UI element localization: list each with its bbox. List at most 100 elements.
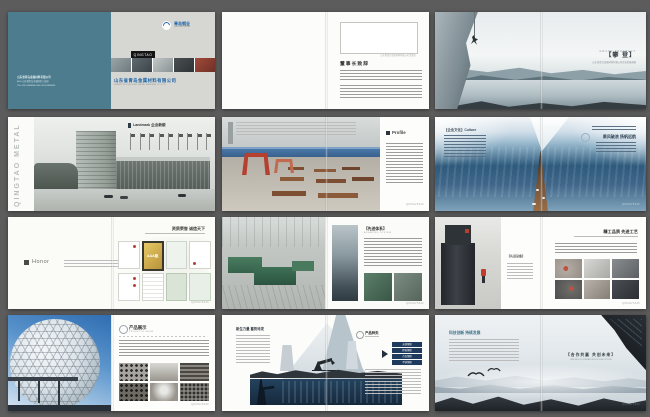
arrow-icon — [382, 350, 388, 358]
paragraph-lines — [555, 243, 637, 255]
photo-thumb — [119, 363, 148, 381]
tower-windows — [76, 131, 116, 189]
page-fold — [325, 117, 328, 211]
floor-streaks — [222, 285, 325, 309]
cover-photo-strip — [111, 58, 215, 72]
dotted-rule — [119, 336, 207, 337]
circle-ornament-icon — [581, 133, 590, 142]
vision-center-block: 【合作共赢 共创未来】 WIN-WIN COOPERATION FOR THE … — [545, 353, 637, 361]
photo-caption: 山东省青岛金属材料有限公司 董事长 — [352, 55, 416, 58]
type-label: 焊接钢管 — [392, 348, 422, 353]
certificate-aaa: AAA级 — [142, 241, 164, 271]
machine-columns — [441, 243, 475, 305]
cover-teal-panel — [8, 12, 111, 109]
vision-left-heading: 科技创新 持续发展 — [449, 331, 480, 336]
equipment-heading: 【先进设备】 — [507, 255, 525, 259]
photo-thumb — [612, 259, 639, 278]
certificate-grid: AAA级 — [118, 241, 211, 301]
profile-heading: Profile — [392, 130, 406, 136]
ceiling-beams — [222, 217, 325, 247]
vision-slogan-en: WIN-WIN COOPERATION FOR THE FUTURE — [545, 359, 637, 362]
type-label: 合金钢管 — [392, 354, 422, 359]
photo-grid — [555, 259, 639, 299]
type-label: 不锈钢管 — [392, 360, 422, 365]
list-lines — [365, 369, 421, 395]
brandmark: QINGTAO — [622, 202, 640, 206]
list-lines — [236, 335, 270, 365]
company-logo-icon — [162, 21, 171, 30]
sail — [519, 117, 569, 151]
vision-slogan: 【合作共赢 共创未来】 — [545, 353, 637, 358]
machine-head — [445, 225, 471, 245]
car — [120, 196, 128, 199]
profile-header: Profile — [386, 130, 406, 136]
photo-thumb — [555, 259, 582, 278]
title-block: GRAND PROSPECT 【攀 登】 山东省青岛金属材料有限公司企业形象画册 — [536, 50, 636, 64]
cover-contact-line: ADD:山东省青岛市城阳区工业园 — [17, 81, 48, 84]
steel-plate — [316, 179, 346, 183]
brochure-showcase: 山东省青岛金属材料有限公司 ADD:山东省青岛市城阳区工业园 TEL:0532-… — [0, 0, 650, 417]
spread-honor: Honor 资质荣誉 诚信天下 AAA级 QINGTAO — [8, 217, 215, 309]
brandmark: QINGTAO — [406, 301, 424, 305]
cover-badge-label: QINGTAO — [134, 53, 153, 57]
aaa-label: AAA级 — [147, 254, 158, 258]
page-fold — [111, 217, 114, 309]
vertical-brand-text: QINGTAO METAL — [14, 121, 23, 207]
walkway-leg — [38, 381, 40, 403]
honor-header: Honor — [24, 259, 49, 266]
ground-band — [8, 405, 111, 411]
office-glass-grid — [116, 161, 210, 189]
bird-icon — [467, 370, 485, 378]
page-fold — [540, 117, 543, 211]
page-fold — [325, 315, 328, 411]
paragraph-lines — [596, 142, 636, 154]
logo-subtext: QINGTAO METAL — [174, 26, 190, 29]
bird-icon — [487, 366, 501, 373]
green-machine — [254, 267, 296, 285]
red-seal-icon — [193, 262, 196, 265]
flag-row — [128, 133, 210, 150]
photo-thumb — [111, 58, 131, 72]
photo-placeholder — [340, 22, 418, 54]
certificate-thumb — [166, 241, 188, 269]
paragraph-lines — [236, 122, 356, 137]
slogan-title: 乘风破浪 扬帆远航 — [566, 134, 636, 139]
steel-plate — [342, 167, 360, 170]
page-fold — [325, 217, 328, 309]
road — [34, 189, 215, 211]
photo-thumb — [150, 383, 179, 401]
cover-contact-line: TEL:0532-8888888 FAX:0532-8888889 — [17, 85, 55, 88]
photo-thumb — [180, 383, 209, 401]
flag-icon — [195, 133, 201, 150]
climber-silhouette-icon — [469, 35, 480, 46]
page-fold — [540, 12, 543, 109]
trees — [34, 163, 78, 189]
cover-contact-line: 山东省青岛金属材料有限公司 — [17, 76, 51, 79]
brandmark: QINGTAO — [622, 301, 640, 305]
quality-heading: 精工品质 先进工艺 — [548, 229, 638, 234]
paragraph-lines — [340, 70, 422, 82]
product-photo-grid — [119, 363, 209, 401]
photo-thumb — [195, 58, 215, 72]
circle-ornament-icon — [119, 325, 128, 334]
spread-equipment: 【先进设备】 精工品质 先进工艺 QINGTAO — [435, 217, 646, 309]
certificate-thumb — [118, 273, 140, 301]
spread-workshop: 【先进体系】 ADVANCED SYSTEM QINGTAO — [222, 217, 429, 309]
red-seal-icon — [133, 284, 136, 287]
caption-marker-icon — [128, 123, 131, 128]
flag-icon — [166, 133, 172, 150]
photo-thumb — [584, 280, 611, 299]
steel-plate — [272, 191, 306, 196]
photo-thumb — [394, 273, 422, 301]
spread-building: Landmark 企业新貌 QINGTAO METAL — [8, 117, 215, 211]
products-heading: 产品展示 — [129, 325, 147, 331]
walkway-leg — [58, 381, 60, 405]
flag-icon — [128, 133, 134, 150]
flag-icon — [185, 133, 191, 150]
flag-icon — [204, 133, 210, 150]
montage-left-heading: 新生力量 蓄势待发 — [236, 327, 264, 331]
spread-cover: 山东省青岛金属材料有限公司 ADD:山东省青岛市城阳区工业园 TEL:0532-… — [8, 12, 215, 109]
flag-icon — [147, 133, 153, 150]
spread-products: 产品展示 PRODUCTS SHOW QINGTAO — [8, 315, 215, 411]
cooling-tower — [280, 345, 294, 371]
